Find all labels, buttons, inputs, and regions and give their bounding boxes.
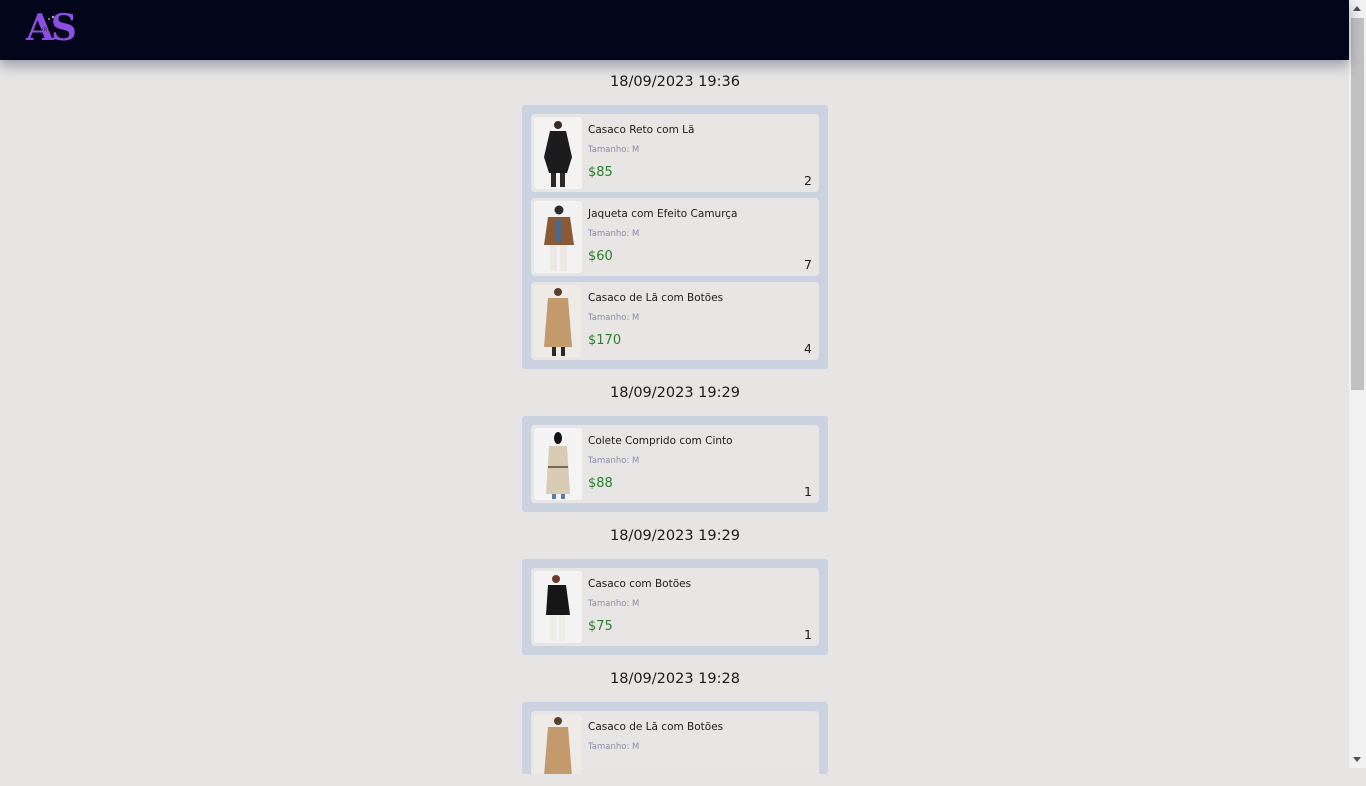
order-item[interactable]: Casaco de Lã com Botões Tamanho: M $170 …: [531, 282, 819, 360]
order-card: Colete Comprido com Cinto Tamanho: M $88…: [522, 416, 828, 512]
product-name: Casaco com Botões: [588, 578, 692, 590]
product-image: [534, 117, 582, 189]
scrollbar-thumb[interactable]: [1351, 18, 1364, 390]
product-size: Tamanho: M: [588, 145, 640, 155]
order-item[interactable]: Colete Comprido com Cinto Tamanho: M $88…: [531, 425, 819, 503]
scroll-up-arrow-icon[interactable]: [1353, 6, 1361, 11]
orders-feed: 18/09/2023 19:36 Casaco Reto com Lã Tama…: [522, 60, 828, 786]
order-card: Casaco Reto com Lã Tamanho: M $85 2 Jaqu…: [522, 105, 828, 369]
product-size: Tamanho: M: [588, 599, 640, 609]
scroll-down-arrow-icon[interactable]: [1353, 757, 1361, 762]
order-item[interactable]: Jaqueta com Efeito Camurça Tamanho: M $6…: [531, 198, 819, 276]
order-card: Casaco de Lã com Botões Tamanho: M: [522, 702, 828, 774]
order-group: 18/09/2023 19:29 Casaco com Botões Taman…: [522, 524, 828, 655]
order-date: 18/09/2023 19:28: [610, 671, 740, 687]
product-price: $60: [588, 249, 613, 264]
order-group: 18/09/2023 19:36 Casaco Reto com Lã Tama…: [522, 70, 828, 369]
order-group: 18/09/2023 19:28 Casaco de Lã com Botões…: [522, 667, 828, 774]
product-size: Tamanho: M: [588, 313, 640, 323]
product-quantity: 1: [804, 484, 812, 499]
product-quantity: 1: [804, 627, 812, 642]
product-image: [534, 201, 582, 273]
order-card: Casaco com Botões Tamanho: M $75 1: [522, 559, 828, 655]
product-price: $85: [588, 165, 613, 180]
product-name: Jaqueta com Efeito Camurça: [588, 208, 738, 220]
product-size: Tamanho: M: [588, 229, 640, 239]
product-image: [534, 428, 582, 500]
product-image: [534, 714, 582, 774]
product-quantity: 2: [804, 173, 812, 188]
logo-subtext: ALVRENS: [34, 27, 60, 32]
product-price: $75: [588, 619, 613, 634]
order-item[interactable]: Casaco Reto com Lã Tamanho: M $85 2: [531, 114, 819, 192]
product-name: Casaco de Lã com Botões: [588, 721, 724, 733]
brand-logo[interactable]: AS ALVRENS: [26, 7, 88, 50]
top-navbar: AS ALVRENS: [0, 0, 1349, 60]
order-date: 18/09/2023 19:29: [610, 528, 740, 544]
product-price: $88: [588, 476, 613, 491]
product-name: Colete Comprido com Cinto: [588, 435, 733, 447]
product-size: Tamanho: M: [588, 456, 640, 466]
product-price: $170: [588, 333, 622, 348]
product-name: Casaco de Lã com Botões: [588, 292, 724, 304]
order-item[interactable]: Casaco com Botões Tamanho: M $75 1: [531, 568, 819, 646]
product-quantity: 4: [804, 341, 812, 356]
order-item[interactable]: Casaco de Lã com Botões Tamanho: M: [531, 711, 819, 774]
product-size: Tamanho: M: [588, 742, 640, 752]
product-name: Casaco Reto com Lã: [588, 124, 695, 136]
product-image: [534, 285, 582, 357]
product-quantity: 7: [804, 257, 812, 272]
order-date: 18/09/2023 19:36: [610, 74, 740, 90]
product-image: [534, 571, 582, 643]
order-date: 18/09/2023 19:29: [610, 385, 740, 401]
vertical-scrollbar[interactable]: [1349, 0, 1366, 768]
order-group: 18/09/2023 19:29 Colete Comprido com Cin…: [522, 381, 828, 512]
